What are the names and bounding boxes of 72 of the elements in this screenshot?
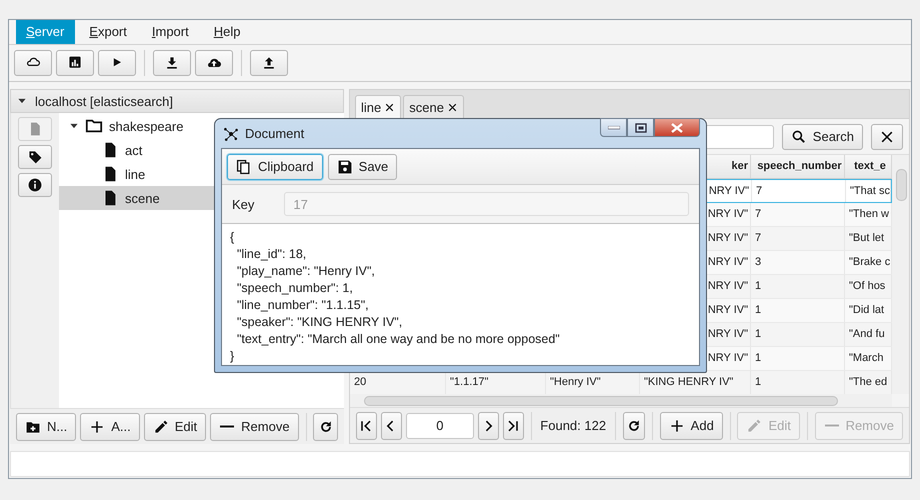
refresh-button[interactable] (622, 412, 645, 440)
download-icon (164, 55, 180, 71)
pencil-icon (746, 418, 762, 434)
minimize-icon (608, 126, 620, 130)
upload-button[interactable] (250, 50, 288, 76)
download-button[interactable] (153, 50, 191, 76)
new-folder-button[interactable]: N... (16, 412, 76, 440)
search-button[interactable]: Search (782, 124, 863, 150)
table-cell: 1 (751, 347, 845, 370)
bar-chart-icon (67, 55, 83, 71)
close-icon (879, 128, 895, 144)
refresh-button[interactable] (313, 412, 338, 440)
column-header[interactable]: speech_number (751, 155, 845, 178)
plus-icon (668, 418, 685, 434)
stats-button[interactable] (56, 50, 94, 76)
folder-icon (85, 117, 103, 135)
save-button[interactable]: Save (328, 154, 398, 180)
page-field[interactable]: 0 (406, 412, 474, 438)
table-cell: "That sc (846, 180, 891, 202)
tag-button[interactable] (18, 145, 52, 169)
minus-icon (219, 425, 236, 428)
key-label: Key (232, 196, 254, 212)
edit-button[interactable]: Edit (144, 412, 206, 440)
table-cell: 1 (751, 323, 845, 346)
last-button[interactable] (502, 412, 524, 440)
table-cell: 7 (751, 227, 845, 250)
tab[interactable]: line (355, 95, 402, 118)
menu-item[interactable]: Export (79, 20, 138, 44)
tab[interactable]: scene (403, 95, 464, 118)
connection-title: localhost [elasticsearch] (35, 94, 174, 108)
table-cell: 1 (751, 275, 845, 298)
minimize-button[interactable] (600, 118, 627, 137)
remove-button[interactable]: Remove (210, 412, 299, 440)
maximize-button[interactable] (627, 118, 654, 137)
prev-button[interactable] (380, 412, 402, 440)
network-icon (223, 126, 239, 142)
tag-icon (27, 149, 43, 165)
dialog-title: Document (245, 126, 304, 141)
close-button[interactable] (654, 118, 700, 137)
upload-icon (261, 55, 277, 71)
minus-icon (824, 424, 840, 427)
menu-item[interactable]: Import (142, 20, 200, 44)
vertical-scrollbar[interactable] (892, 155, 909, 394)
connect-button[interactable] (14, 50, 52, 76)
cloud-upload-button[interactable] (195, 50, 233, 76)
horizontal-scrollbar[interactable] (350, 394, 892, 407)
close-icon (446, 102, 458, 112)
search-icon (790, 128, 807, 144)
plus-icon (89, 418, 106, 434)
add-button[interactable]: Add (660, 412, 723, 440)
run-button[interactable] (98, 50, 136, 76)
next-button[interactable] (478, 412, 499, 440)
info-button[interactable] (18, 173, 52, 197)
table-cell: 3 (751, 251, 845, 274)
table-cell: 7 (751, 203, 845, 226)
json-text-area[interactable]: { "line_id": 18, "play_name": "Henry IV", "speech_number": 1, "line_number": "1.1.15", "speaker": "KING HENRY IV", "text_entry": "March all one way and be no more opposed" } (222, 223, 699, 365)
table-cell: 1 (751, 299, 845, 322)
clipboard-button[interactable]: Clipboard (227, 154, 323, 180)
close-icon (384, 102, 396, 112)
info-icon (27, 177, 43, 193)
maximize-icon (634, 122, 646, 132)
clear-button[interactable] (871, 124, 903, 150)
pencil-icon (152, 418, 169, 434)
add-button[interactable]: A... (80, 412, 140, 440)
menu-item[interactable]: Help (204, 20, 252, 44)
close-icon (671, 122, 683, 132)
first-button[interactable] (356, 412, 377, 440)
caret-icon (17, 96, 27, 106)
connection-header[interactable]: localhost [elasticsearch] (10, 89, 344, 113)
result-count: Found: 122 (540, 418, 606, 433)
copy-icon (236, 158, 252, 174)
table-cell: 7 (752, 180, 846, 202)
